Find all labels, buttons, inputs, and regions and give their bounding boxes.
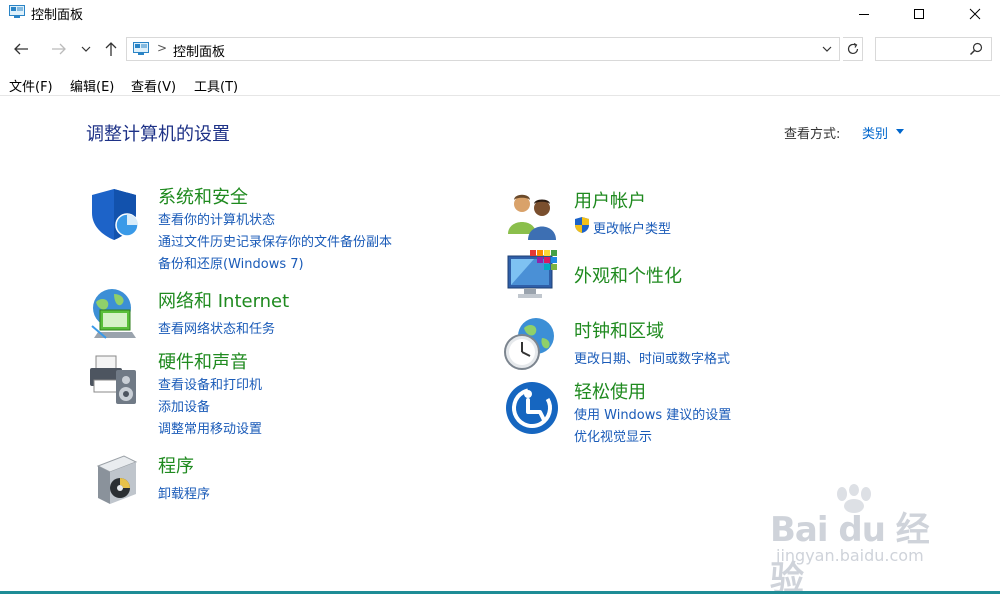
- page-title: 调整计算机的设置: [86, 124, 230, 145]
- category-user-accounts[interactable]: 用户帐户: [574, 187, 646, 213]
- breadcrumb-control-panel[interactable]: 控制面板: [173, 41, 225, 60]
- monitor-palette-icon[interactable]: [504, 248, 560, 304]
- up-button[interactable]: [100, 38, 122, 60]
- back-button[interactable]: [10, 38, 32, 60]
- forward-button[interactable]: [48, 38, 70, 60]
- link-change-date-time-format[interactable]: 更改日期、时间或数字格式: [574, 348, 730, 367]
- link-devices-printers[interactable]: 查看设备和打印机: [158, 374, 262, 393]
- link-windows-recommended-settings[interactable]: 使用 Windows 建议的设置: [574, 404, 731, 423]
- minimize-button[interactable]: [841, 0, 887, 28]
- minimize-icon: [859, 14, 869, 15]
- menu-tools[interactable]: 工具(T): [194, 76, 238, 95]
- view-by-label: 查看方式:: [784, 127, 841, 142]
- control-panel-icon: [133, 42, 149, 55]
- link-uninstall-program[interactable]: 卸载程序: [158, 483, 210, 502]
- menu-edit[interactable]: 编辑(E): [70, 76, 114, 95]
- category-hardware-sound[interactable]: 硬件和声音: [158, 348, 248, 374]
- menu-view[interactable]: 查看(V): [131, 76, 176, 95]
- system-security-shield-icon[interactable]: [88, 186, 144, 242]
- ease-of-access-icon[interactable]: [504, 380, 560, 436]
- control-panel-icon: [9, 5, 25, 18]
- category-network-internet[interactable]: 网络和 Internet: [158, 287, 289, 313]
- close-button[interactable]: [952, 0, 998, 28]
- link-backup-restore[interactable]: 备份和还原(Windows 7): [158, 253, 304, 272]
- maximize-button[interactable]: [896, 0, 942, 28]
- back-arrow-icon: [14, 43, 28, 55]
- user-accounts-icon[interactable]: [504, 188, 560, 244]
- link-change-account-type[interactable]: 更改帐户类型: [593, 218, 671, 237]
- view-by-dropdown[interactable]: 类别: [862, 123, 888, 142]
- menu-file[interactable]: 文件(F): [9, 76, 53, 95]
- link-mobility-settings[interactable]: 调整常用移动设置: [158, 418, 262, 437]
- window-title: 控制面板: [31, 8, 84, 23]
- close-icon: [969, 8, 981, 20]
- watermark-url: jingyan.baidu.com: [776, 546, 924, 565]
- link-network-status-tasks[interactable]: 查看网络状态和任务: [158, 318, 275, 337]
- category-programs[interactable]: 程序: [158, 452, 194, 478]
- link-file-history-backup[interactable]: 通过文件历史记录保存你的文件备份副本: [158, 231, 392, 250]
- category-system-security[interactable]: 系统和安全: [158, 183, 248, 209]
- search-box[interactable]: [875, 37, 992, 61]
- link-optimize-visual-display[interactable]: 优化视觉显示: [574, 426, 652, 445]
- address-bar[interactable]: > 控制面板: [126, 37, 840, 61]
- caret-down-icon[interactable]: [896, 129, 904, 134]
- category-appearance-personalization[interactable]: 外观和个性化: [574, 262, 682, 288]
- programs-disc-icon[interactable]: [90, 452, 146, 508]
- clock-globe-icon[interactable]: [502, 316, 558, 372]
- recent-locations-button[interactable]: [78, 38, 94, 60]
- category-clock-region[interactable]: 时钟和区域: [574, 317, 664, 343]
- uac-shield-icon: [575, 217, 589, 233]
- printer-speaker-icon[interactable]: [86, 352, 142, 408]
- search-icon: [969, 42, 983, 56]
- category-ease-of-access[interactable]: 轻松使用: [574, 378, 646, 404]
- baidu-watermark: Bai du 经验 jingyan.baidu.com: [770, 484, 950, 599]
- navigation-bar: > 控制面板: [0, 34, 1000, 64]
- refresh-icon: [847, 42, 858, 55]
- breadcrumb-separator: >: [157, 41, 168, 55]
- chevron-down-icon: [81, 46, 91, 52]
- menu-bar: 文件(F) 编辑(E) 查看(V) 工具(T): [0, 73, 1000, 96]
- chevron-down-icon[interactable]: [821, 42, 833, 56]
- forward-arrow-icon: [52, 43, 66, 55]
- network-globe-icon[interactable]: [86, 286, 142, 342]
- link-add-device[interactable]: 添加设备: [158, 396, 210, 415]
- refresh-button[interactable]: [843, 37, 863, 61]
- title-bar: 控制面板: [0, 0, 1000, 28]
- maximize-icon: [914, 9, 924, 19]
- up-arrow-icon: [105, 42, 117, 56]
- link-view-computer-status[interactable]: 查看你的计算机状态: [158, 209, 275, 228]
